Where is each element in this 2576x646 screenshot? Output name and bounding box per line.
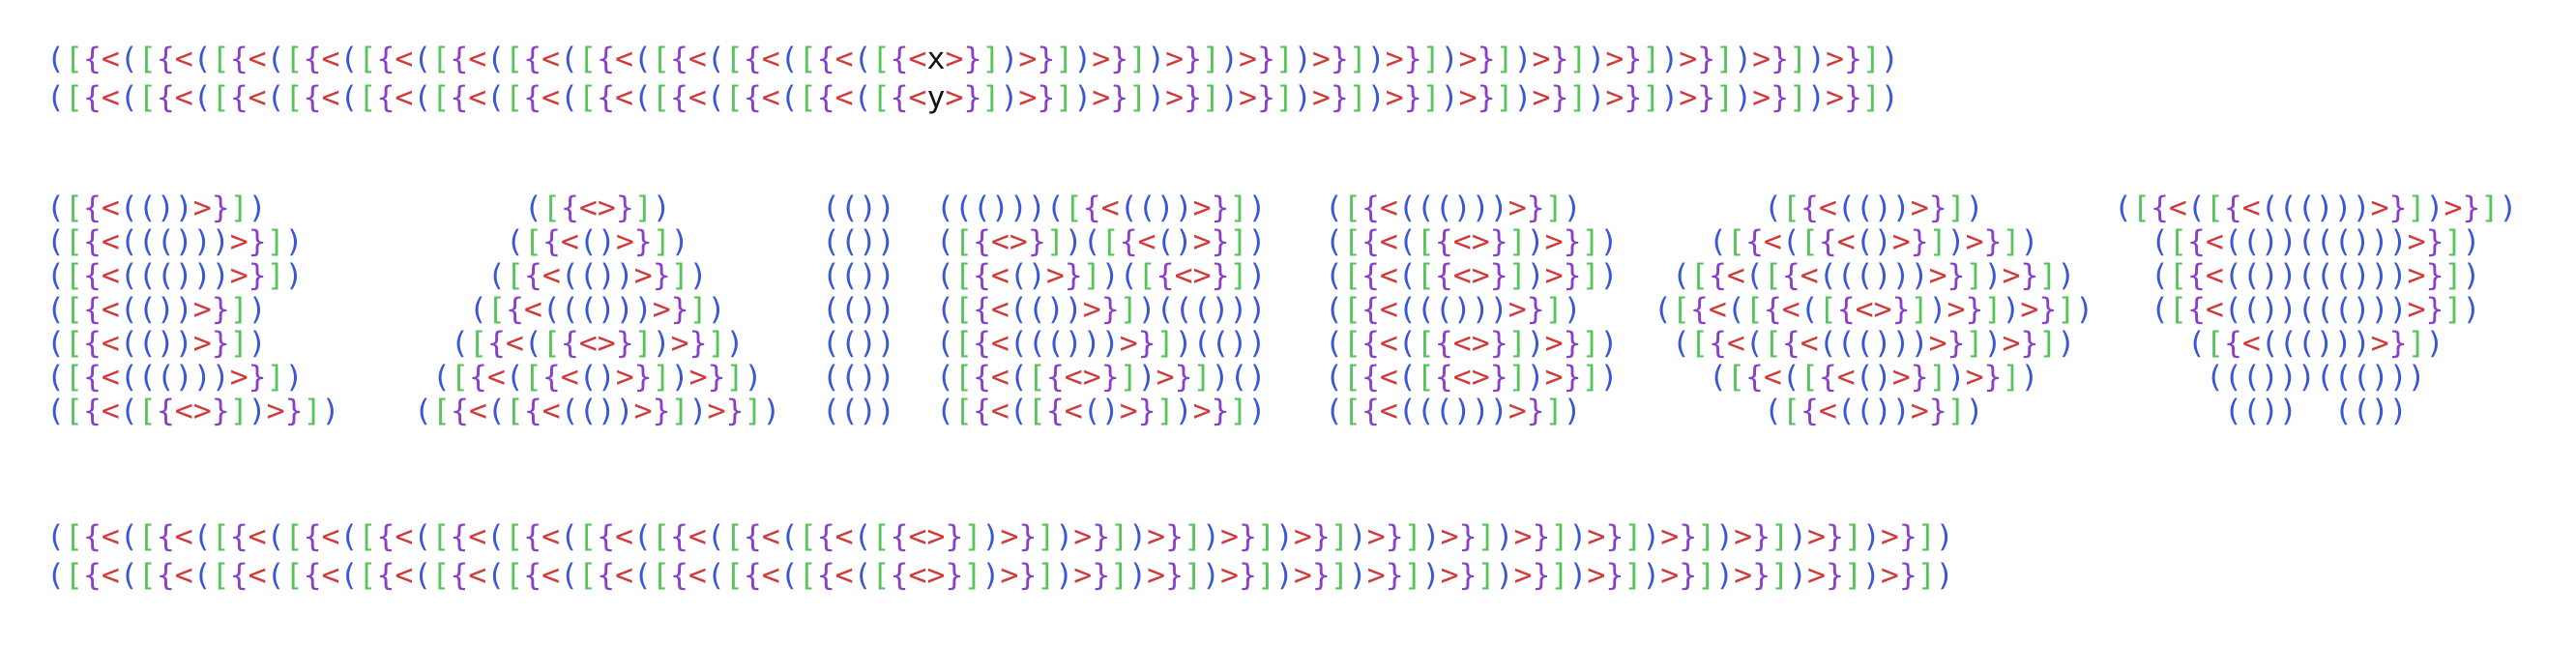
art-line: ([{<((()))>}]) xyxy=(1325,292,1582,327)
art-line: ([{<((()))>}]) xyxy=(46,224,304,259)
art-line: ([{<([{<(())>}])>}]) xyxy=(414,394,781,428)
art-line: (()) xyxy=(822,394,895,428)
art-line: ([{<((()))>}]) xyxy=(1325,394,1582,428)
bracket-art-canvas: ([{<([{<([{<([{<([{<([{<([{<([{<([{<([{<… xyxy=(0,0,2576,646)
art-line: (()) xyxy=(822,326,895,361)
art-line: (()) (()) xyxy=(2224,394,2408,428)
art-line: ([{<(())>}]) xyxy=(1764,191,1984,225)
art-line: ([{<((()))>}])(()) xyxy=(936,326,1267,361)
art-line: ([{<(())>}]) xyxy=(1764,394,1984,428)
art-line: ([{<([{<()>}])>}]) xyxy=(1709,224,2039,259)
bottom-banner-line: ([{<([{<([{<([{<([{<([{<([{<([{<([{<([{<… xyxy=(46,558,1954,593)
art-line: ([{<([{<()>}])>}]) xyxy=(936,394,1267,428)
art-line: ([{<()>}]) xyxy=(506,224,689,259)
art-line: ([{<([{<>}])>}])() xyxy=(936,360,1267,395)
art-line: ((()))((())) xyxy=(2206,360,2426,395)
art-line: ([{<([{<()>}])>}]) xyxy=(432,360,763,395)
art-line: ([{<([{<([{<>}])>}])>}]) xyxy=(1654,292,2094,327)
art-line: ([{<(())((()))>}]) xyxy=(2151,224,2481,259)
art-line: ([{<([{<((()))>}])>}]) xyxy=(2114,191,2518,225)
art-line: ([{<(())((()))>}]) xyxy=(2151,292,2481,327)
art-line: ([{<(())>}]) xyxy=(46,191,267,225)
art-line: ([{<(())>}]) xyxy=(46,326,267,361)
art-line: ([{<([{<>}])>}]) xyxy=(1325,360,1619,395)
art-line: ([{<>}])([{<()>}]) xyxy=(936,224,1267,259)
art-line: ((()))([{<(())>}]) xyxy=(936,191,1267,225)
art-line: ([{<(())((()))>}]) xyxy=(2151,258,2481,293)
art-line: ([{<([{<>}])>}]) xyxy=(1325,326,1619,361)
art-line: ([{<([{<()>}])>}]) xyxy=(1709,360,2039,395)
bottom-banner-line: ([{<([{<([{<([{<([{<([{<([{<([{<([{<([{<… xyxy=(46,519,1954,554)
top-banner-line: ([{<([{<([{<([{<([{<([{<([{<([{<([{<([{<… xyxy=(46,80,1899,115)
art-line: ([{<>}]) xyxy=(524,191,671,225)
art-line: ([{<([{<>}])>}]) xyxy=(451,326,745,361)
art-line: ([{<((()))>}]) xyxy=(46,258,304,293)
top-banner-line: ([{<([{<([{<([{<([{<([{<([{<([{<([{<([{<… xyxy=(46,42,1899,76)
art-line: (()) xyxy=(822,191,895,225)
art-line: ([{<((()))>}]) xyxy=(2187,326,2444,361)
art-line: ([{<([{<((()))>}])>}]) xyxy=(1672,326,2076,361)
art-line: (()) xyxy=(822,360,895,395)
art-line: (()) xyxy=(822,224,895,259)
art-line: ([{<(())>}])((())) xyxy=(936,292,1267,327)
art-line: (()) xyxy=(822,258,895,293)
art-line: (()) xyxy=(822,292,895,327)
art-line: ([{<([{<((()))>}])>}]) xyxy=(1672,258,2076,293)
art-line: ([{<((()))>}]) xyxy=(1325,191,1582,225)
art-line: ([{<((()))>}]) xyxy=(46,360,304,395)
art-line: ([{<()>}])([{<>}]) xyxy=(936,258,1267,293)
art-line: ([{<([{<>}])>}]) xyxy=(1325,258,1619,293)
art-line: ([{<([{<>}])>}]) xyxy=(46,394,340,428)
art-line: ([{<(())>}]) xyxy=(487,258,708,293)
art-line: ([{<(())>}]) xyxy=(46,292,267,327)
art-line: ([{<((()))>}]) xyxy=(469,292,726,327)
art-line: ([{<([{<>}])>}]) xyxy=(1325,224,1619,259)
